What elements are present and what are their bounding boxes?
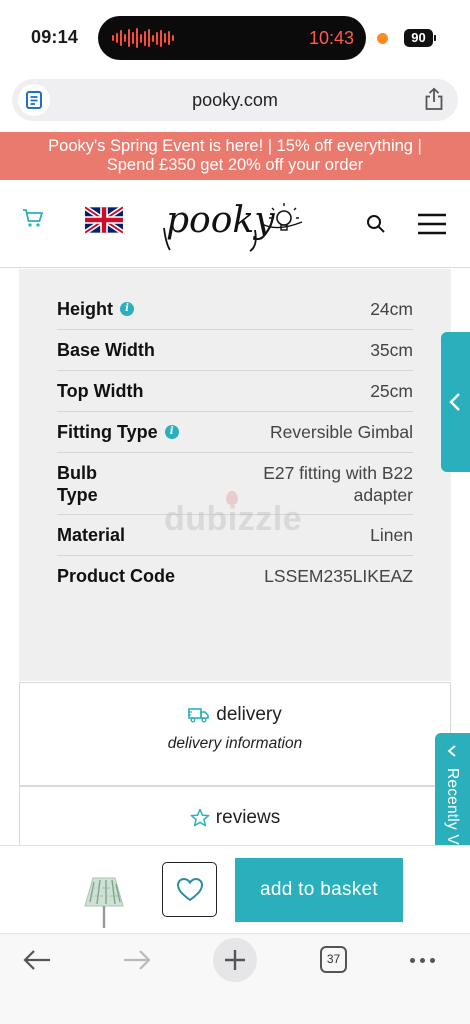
side-panel-tab[interactable] <box>441 332 470 472</box>
dot-icon <box>410 958 415 963</box>
delivery-truck-icon <box>188 708 210 723</box>
search-button[interactable] <box>366 214 386 239</box>
spec-label: Base Width <box>57 339 155 360</box>
recording-indicator-icon <box>377 33 388 44</box>
spec-label: Fitting Type <box>57 421 158 442</box>
spec-value: Linen <box>370 524 413 545</box>
plus-icon <box>225 950 245 970</box>
address-bar[interactable]: pooky.com <box>12 79 458 121</box>
audio-waveform-icon <box>112 28 174 48</box>
spec-row-height: Height i 24cm <box>57 289 413 330</box>
logo-text: pooky <box>166 200 275 241</box>
spec-label: Product Code <box>57 566 176 586</box>
status-bar: 09:14 10:43 90 <box>0 0 470 76</box>
status-time: 09:14 <box>31 27 79 47</box>
spec-label: Material <box>57 524 126 545</box>
wishlist-button[interactable] <box>162 862 217 917</box>
new-tab-button[interactable] <box>213 938 257 982</box>
info-icon[interactable]: i <box>120 302 134 316</box>
delivery-title: delivery <box>216 704 282 725</box>
sticky-purchase-bar: add to basket <box>0 845 470 933</box>
cart-icon <box>23 209 43 227</box>
more-options-button[interactable] <box>410 958 435 963</box>
recording-timer: 10:43 <box>308 28 354 48</box>
chevron-left-icon <box>449 393 460 411</box>
spec-row-top-width: Top Width 25cm <box>57 371 413 412</box>
product-thumbnail[interactable] <box>82 876 126 935</box>
spec-value: 35cm <box>370 339 413 360</box>
spec-value: Reversible Gimbal <box>270 421 413 442</box>
hamburger-icon <box>418 213 446 235</box>
battery-indicator: 90 <box>404 29 436 47</box>
dynamic-island[interactable]: 10:43 <box>98 16 366 60</box>
arrow-right-icon <box>124 950 151 970</box>
share-button[interactable] <box>424 87 444 116</box>
heart-icon <box>176 877 204 902</box>
pooky-logo-icon: pooky <box>163 200 303 252</box>
delivery-section[interactable]: delivery delivery information <box>19 682 451 786</box>
spec-value: 24cm <box>370 298 413 319</box>
url-text[interactable]: pooky.com <box>12 90 458 111</box>
delivery-subtitle: delivery information <box>167 735 303 752</box>
reviews-title: reviews <box>215 807 281 828</box>
forward-button[interactable] <box>122 948 152 977</box>
share-icon <box>425 87 443 110</box>
spec-row-product-code: Product Code LSSEM235LIKEAZ <box>57 556 413 597</box>
arrow-left-icon <box>23 950 50 970</box>
dot-icon <box>430 958 435 963</box>
spec-label: Height <box>57 298 113 319</box>
basket-button[interactable] <box>22 208 44 233</box>
dot-icon <box>420 958 425 963</box>
back-button[interactable] <box>22 948 52 977</box>
promo-line-2: Spend £350 get 20% off your order <box>106 156 364 174</box>
star-icon <box>190 808 210 827</box>
site-header: pooky <box>0 180 470 268</box>
browser-toolbar: 37 <box>0 933 470 1024</box>
spec-row-fitting-type: Fitting Type i Reversible Gimbal <box>57 412 413 453</box>
promo-line-1: Pooky's Spring Event is here! | 15% off … <box>48 137 422 155</box>
search-icon <box>367 215 385 233</box>
uk-flag-icon <box>83 205 125 235</box>
reviews-section[interactable]: reviews <box>19 786 451 846</box>
spec-value: LSSEM235LIKEAZ <box>264 566 413 586</box>
lampshade-icon <box>84 877 124 928</box>
country-selector[interactable] <box>83 205 125 239</box>
menu-button[interactable] <box>417 213 447 240</box>
info-icon[interactable]: i <box>164 425 179 439</box>
promo-banner[interactable]: Pooky's Spring Event is here! | 15% off … <box>0 132 470 180</box>
spec-label: Bulb <box>57 462 97 483</box>
spec-label: Top Width <box>57 380 144 401</box>
chevron-left-icon <box>447 745 456 757</box>
spec-value: 25cm <box>370 380 413 401</box>
spec-row-base-width: Base Width 35cm <box>57 330 413 371</box>
product-specifications: Height i 24cm Base Width 35cm Top Width … <box>19 269 451 681</box>
tabs-button[interactable]: 37 <box>320 946 347 973</box>
spec-label: Type <box>57 484 98 505</box>
add-to-basket-button[interactable]: add to basket <box>235 858 403 922</box>
pooky-logo[interactable]: pooky <box>162 194 308 259</box>
browser-url-area: pooky.com <box>0 76 470 132</box>
watermark: dubizzle <box>164 500 303 538</box>
spec-table: Height i 24cm Base Width 35cm Top Width … <box>57 289 413 597</box>
spec-value: E27 fitting with B22 <box>263 462 413 483</box>
